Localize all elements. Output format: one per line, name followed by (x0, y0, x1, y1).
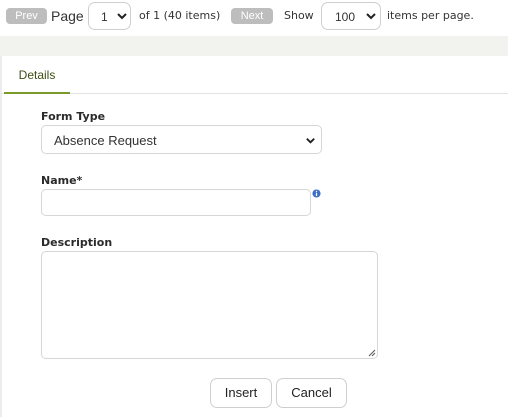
chevron-down-icon (306, 138, 315, 144)
description-label: Description (41, 236, 113, 249)
page-label: Page (51, 8, 84, 24)
show-label: Show (284, 9, 314, 22)
chevron-down-icon (366, 13, 376, 20)
resize-grip-icon[interactable] (368, 349, 376, 357)
page-select-value: 1 (101, 10, 108, 24)
name-label: Name* (41, 174, 83, 187)
page-count-text: of 1 (40 items) (139, 9, 221, 22)
prev-page-button[interactable]: Prev (6, 8, 47, 24)
cancel-button[interactable]: Cancel (276, 378, 347, 408)
separator-band (0, 36, 508, 56)
pager-bar: Prev Page 1 of 1 (40 items) Next Show 10… (0, 0, 508, 36)
tab-details[interactable]: Details (4, 56, 70, 94)
form-type-select[interactable]: Absence Request (41, 125, 322, 154)
insert-button[interactable]: Insert (210, 378, 272, 408)
page-size-value: 100 (335, 10, 356, 24)
form-type-value: Absence Request (54, 133, 157, 148)
tab-bar: Details (0, 56, 508, 94)
page-select[interactable]: 1 (88, 2, 131, 30)
panel-border (0, 56, 2, 417)
name-input[interactable] (41, 189, 311, 216)
next-page-button[interactable]: Next (231, 8, 273, 24)
description-textarea[interactable] (41, 251, 378, 359)
info-icon[interactable] (312, 189, 321, 198)
form-type-label: Form Type (41, 110, 106, 123)
chevron-down-icon (117, 13, 127, 20)
page-size-select[interactable]: 100 (321, 2, 381, 30)
items-per-page-text: items per page. (387, 9, 474, 22)
